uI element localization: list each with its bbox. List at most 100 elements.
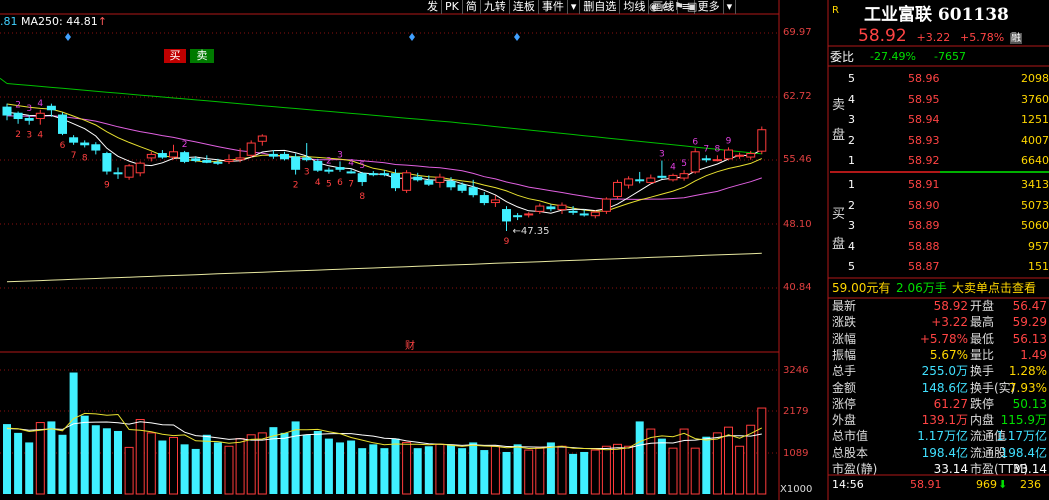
toolbar-item[interactable]: 连板 bbox=[510, 0, 539, 14]
toolbar-item[interactable]: ▾ bbox=[568, 0, 581, 14]
candle-body-down bbox=[568, 210, 578, 213]
quote-value: 61.27 bbox=[933, 396, 968, 411]
toolbar-item[interactable]: 更多 bbox=[695, 0, 724, 14]
quote-label: 外盘 bbox=[832, 413, 857, 428]
stock-name: 工业富联 601138 bbox=[864, 5, 1009, 25]
candle-body-up bbox=[624, 178, 634, 186]
candle-body-down bbox=[424, 180, 434, 185]
orderbook-price: 58.87 bbox=[908, 260, 940, 273]
candle-body-up bbox=[535, 205, 545, 212]
weibi-diff: -7657 bbox=[934, 50, 966, 63]
volume-bar-down bbox=[513, 444, 522, 494]
quote-row: 金额 148.6亿 换手(实) 7.93% bbox=[830, 380, 1049, 396]
quote-value: 1.49 bbox=[1020, 347, 1047, 362]
toolbar-item[interactable]: 九转 bbox=[481, 0, 510, 14]
buy-button[interactable]: 买 bbox=[164, 49, 186, 63]
volume-axis-label: 1089 bbox=[783, 448, 809, 459]
orderbook-qty: 6640 bbox=[1021, 154, 1049, 167]
price-axis-label: 62.72 bbox=[783, 91, 812, 102]
volume-bar-down bbox=[569, 453, 578, 494]
price-axis-label: 48.10 bbox=[783, 219, 812, 230]
volume-bar-up bbox=[690, 447, 700, 495]
quote-label: 金额 bbox=[832, 380, 857, 395]
orderbook-level: 2 bbox=[848, 133, 855, 147]
toolbar-item[interactable]: ▾ bbox=[724, 0, 737, 14]
candle-body-down bbox=[635, 179, 645, 182]
finance-marker[interactable]: 财 bbox=[405, 337, 415, 352]
buy-side-label: 买 bbox=[832, 207, 846, 222]
volume-bar-up bbox=[724, 426, 733, 495]
eye-icon[interactable]: ◉ bbox=[649, 0, 659, 14]
orderbook-level: 5 bbox=[848, 72, 855, 85]
volume-bar-down bbox=[458, 448, 467, 494]
volume-bar-down bbox=[114, 430, 122, 494]
save-icon[interactable]: ▣ bbox=[687, 0, 697, 14]
toolbar-item[interactable]: 删自选 bbox=[580, 0, 621, 14]
volume-bar-down bbox=[280, 432, 289, 494]
candle-body-down bbox=[479, 195, 489, 204]
ask-level-row[interactable]: 3 58.94 1251 bbox=[848, 111, 1049, 129]
candle-body-down bbox=[546, 206, 556, 210]
quote-value: 1.28% bbox=[1008, 364, 1047, 379]
price-change: +3.22 bbox=[916, 31, 951, 44]
quote-value: 50.13 bbox=[1012, 396, 1047, 411]
adjust-icon[interactable]: ⊝ bbox=[662, 0, 671, 14]
toolbar-item[interactable]: 事件 bbox=[539, 0, 568, 14]
volume-bar-down bbox=[369, 444, 378, 494]
candle-body-down bbox=[368, 173, 378, 176]
orderbook-level: 3 bbox=[848, 113, 855, 126]
quote-value: 56.13 bbox=[1012, 331, 1047, 346]
bid-level-row[interactable]: 4 58.88 957 bbox=[848, 238, 1049, 256]
candle-body-down bbox=[357, 173, 367, 183]
ask-level-row[interactable]: 2 58.93 4007 bbox=[848, 132, 1049, 150]
toolbar-item[interactable]: 发 bbox=[424, 0, 442, 14]
volume-bar-down bbox=[14, 432, 23, 494]
candle-body-down bbox=[291, 156, 301, 170]
volume-bar-up bbox=[601, 445, 611, 495]
candle-body-down bbox=[657, 175, 667, 178]
buy-side-label: 盘 bbox=[832, 237, 846, 252]
volume-bar-up bbox=[224, 445, 234, 495]
orderbook-price: 58.91 bbox=[908, 178, 940, 191]
td-count-label: 7 bbox=[348, 180, 354, 190]
toolbar-item[interactable]: PK bbox=[442, 0, 463, 14]
td-count-label: 4 bbox=[37, 99, 43, 109]
bid-level-row[interactable]: 5 58.87 151 bbox=[848, 258, 1049, 276]
volume-bar-down bbox=[358, 448, 367, 494]
ask-level-row[interactable]: 1 58.92 6640 bbox=[848, 152, 1049, 170]
ask-level-row[interactable]: 5 58.96 2098 bbox=[848, 70, 1049, 88]
orderbook-qty: 5073 bbox=[1021, 198, 1049, 212]
volume-bar-up bbox=[735, 445, 745, 495]
sell-button[interactable]: 卖 bbox=[190, 49, 214, 63]
volume-axis-label: 3246 bbox=[783, 365, 809, 376]
orderbook-price: 58.88 bbox=[908, 239, 940, 253]
bid-level-row[interactable]: 1 58.91 3413 bbox=[848, 176, 1049, 194]
toolbar-item[interactable]: 简 bbox=[463, 0, 481, 14]
quote-label: 最低 bbox=[970, 331, 995, 346]
orderbook-price: 58.90 bbox=[908, 198, 940, 212]
quote-label: 开盘 bbox=[970, 299, 995, 313]
candle-body-down bbox=[102, 153, 112, 172]
candle-body-down bbox=[502, 209, 511, 222]
candle-body-down bbox=[468, 187, 478, 196]
orderbook-level: 5 bbox=[848, 260, 855, 273]
bid-level-row[interactable]: 2 58.90 5073 bbox=[848, 197, 1049, 215]
quote-value: 139.1万 bbox=[921, 413, 968, 428]
price-axis-label: 55.46 bbox=[783, 154, 812, 165]
quote-row: 振幅 5.67% 量比 1.49 bbox=[830, 347, 1049, 363]
ask-level-row[interactable]: 4 58.95 3760 bbox=[848, 91, 1049, 109]
td-count-label: 6 bbox=[692, 137, 698, 147]
marker-icon[interactable]: ⚑ bbox=[674, 0, 684, 14]
event-diamond-icon bbox=[65, 33, 71, 41]
bid-level-row[interactable]: 3 58.89 5060 bbox=[848, 217, 1049, 235]
big-order-row[interactable]: 59.00元有 2.06万手 大卖单点击查看 bbox=[830, 279, 1049, 297]
quote-value: 33.14 bbox=[1012, 462, 1047, 476]
td-count-label: 2 bbox=[326, 157, 332, 167]
big-order-link[interactable]: 大卖单点击查看 bbox=[952, 279, 1036, 297]
candle-body-down bbox=[157, 153, 167, 158]
volume-bar-up bbox=[613, 443, 622, 495]
candle-body-down bbox=[280, 153, 289, 160]
toolbar-icons: ⌕ ◉ ⊝ ⚑ ▣ bbox=[640, 0, 697, 14]
orderbook-qty: 151 bbox=[1028, 260, 1049, 273]
search-icon[interactable]: ⌕ bbox=[640, 0, 646, 14]
